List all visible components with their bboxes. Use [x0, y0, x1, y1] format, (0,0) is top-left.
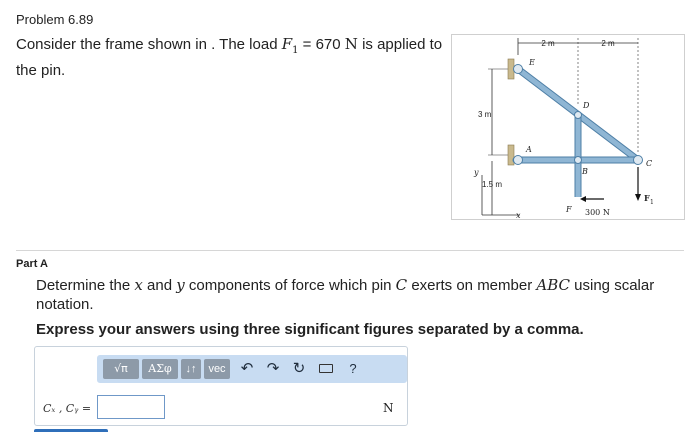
label-d: D [582, 101, 590, 110]
problem-statement: Consider the frame shown in . The load F… [16, 34, 444, 81]
question-var-y: y [176, 276, 185, 294]
dim-label-left: 3 m [478, 110, 492, 119]
frame-figure: 2 m 2 m 3 m 1.5 m y x E D A B C F 300 N … [451, 34, 685, 220]
reset-icon[interactable]: ↻ [289, 359, 309, 379]
fraction-sqrt-icon: √π [114, 362, 128, 375]
answer-label: Cₓ , Cᵧ = [43, 402, 92, 415]
label-c: C [646, 159, 652, 168]
redo-icon[interactable]: ↷ [263, 359, 283, 379]
label-f: F [565, 205, 572, 214]
axis-x-label: x [516, 211, 521, 220]
label-e: E [528, 58, 535, 67]
undo-icon[interactable]: ↶ [237, 359, 257, 379]
force-300-label: 300 N [585, 208, 610, 217]
question-text: components of force which pin [184, 277, 396, 294]
keyboard-icon[interactable] [319, 364, 333, 373]
pin-e [513, 64, 523, 74]
wall-support-a [507, 144, 515, 166]
problem-text-before: Consider the frame shown in . The load [16, 36, 282, 53]
question-text: exerts on member [407, 277, 537, 294]
pin-b [574, 156, 582, 164]
question-var-x: x [134, 276, 143, 294]
load-value: = 670 [298, 36, 345, 53]
question-text: Determine the [36, 277, 135, 294]
answer-box: √π ΑΣφ ↓↑ vec ↶ ↷ ↻ ? Cₓ , Cᵧ = N [34, 346, 408, 426]
part-question: Determine the x and y components of forc… [36, 276, 681, 314]
pin-a [513, 155, 523, 165]
dim-label-top-left: 2 m [541, 39, 555, 48]
answer-unit: N [383, 401, 394, 415]
greek-symbols-button[interactable]: ΑΣφ [142, 359, 178, 379]
axis-y-label: y [473, 168, 479, 177]
dim-label-bottom-left: 1.5 m [482, 180, 502, 189]
load-unit: N [344, 35, 358, 53]
pin-c [633, 155, 643, 165]
dim-label-top-right: 2 m [601, 39, 615, 48]
part-label: Part A [16, 258, 48, 270]
question-text: and [142, 277, 177, 294]
force-f1-subscript: 1 [650, 199, 654, 206]
section-divider [16, 250, 684, 251]
problem-title: Problem 6.89 [16, 12, 94, 27]
vector-button[interactable]: vec [204, 359, 230, 379]
subscript-superscript-button[interactable]: ↓↑ [181, 359, 201, 379]
templates-button[interactable]: √π [103, 359, 139, 379]
answer-input[interactable] [97, 395, 165, 419]
answer-instruction: Express your answers using three signifi… [36, 321, 584, 338]
question-member-abc: ABC [536, 276, 570, 294]
math-toolbar: √π ΑΣφ ↓↑ vec ↶ ↷ ↻ ? [97, 355, 407, 383]
label-b: B [581, 167, 588, 176]
pin-d [574, 111, 582, 119]
load-symbol: F [281, 35, 293, 53]
help-button[interactable]: ? [343, 359, 363, 379]
frame-diagram: 2 m 2 m 3 m 1.5 m y x E D A B C F 300 N … [473, 38, 654, 220]
label-a: A [525, 145, 532, 154]
question-pin-c: C [395, 276, 408, 294]
force-f1-arrowhead [635, 194, 641, 201]
